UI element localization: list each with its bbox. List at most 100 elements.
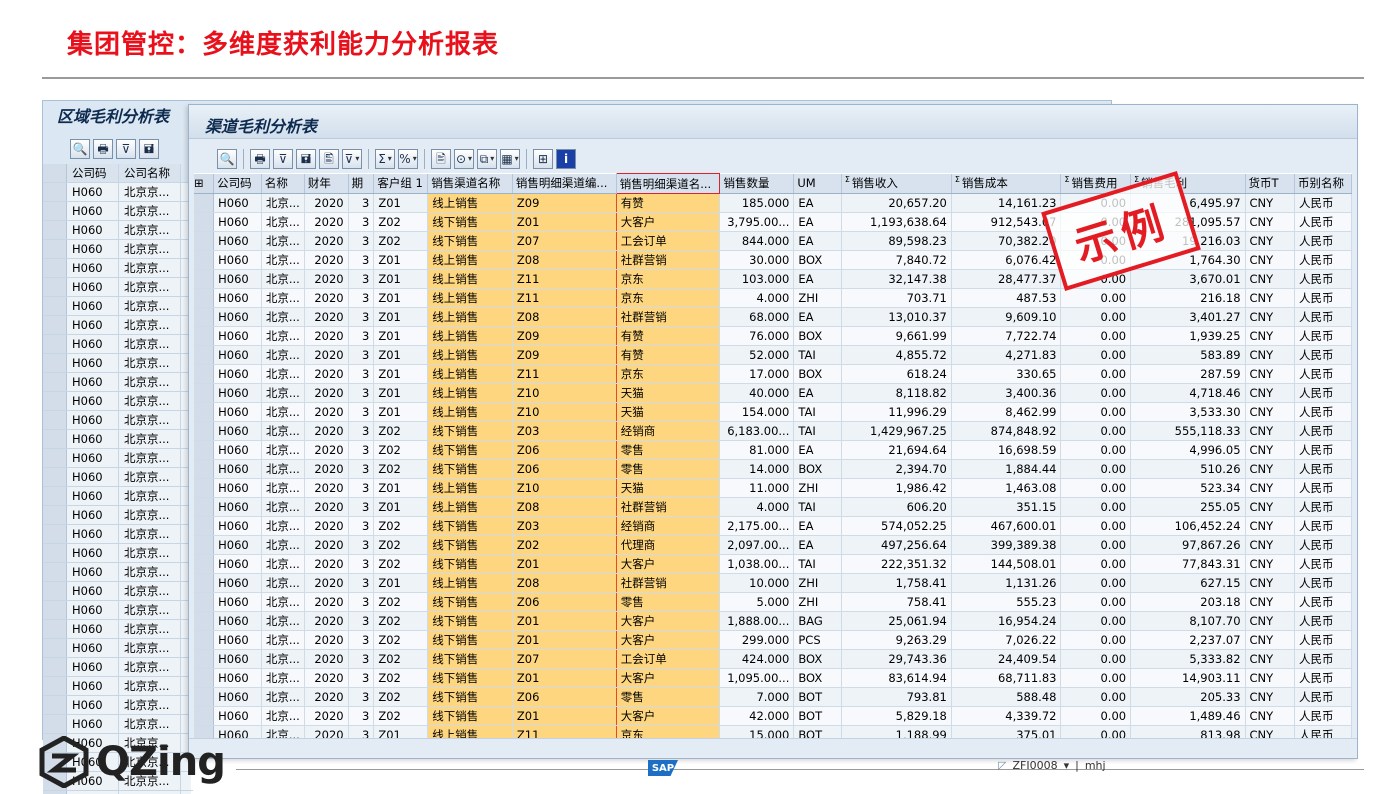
row-selector[interactable]	[194, 231, 215, 251]
column-header[interactable]: 公司码	[213, 173, 262, 194]
table-row[interactable]: H060 北京... 2020 3 Z02 线下销售 Z01 大客户 1,038.00... TA…	[194, 554, 1352, 574]
row-selector[interactable]	[43, 259, 67, 277]
column-header[interactable]: 销售明细渠道编...	[512, 173, 617, 194]
column-header[interactable]: 财年	[304, 173, 349, 194]
row-selector[interactable]	[43, 183, 67, 201]
table-row[interactable]: H060北京京...	[43, 525, 193, 544]
column-header[interactable]: 客户组 1	[373, 173, 429, 194]
row-selector[interactable]	[194, 668, 215, 688]
column-header[interactable]: 销售渠道名称	[427, 173, 513, 194]
table-row[interactable]: H060 北京... 2020 3 Z01 线上销售 Z11 京东 17.000 BOX 618.2…	[194, 364, 1352, 384]
column-header[interactable]: 期	[348, 173, 375, 194]
table-row[interactable]: H060北京京...	[43, 468, 193, 487]
row-selector[interactable]	[194, 383, 215, 403]
table-row[interactable]: H060 北京... 2020 3 Z01 线上销售 Z09 有赞 52.000 TAI 4,855…	[194, 345, 1352, 365]
table-row[interactable]: H060北京京...	[43, 601, 193, 620]
table-row[interactable]: H060北京京...	[43, 297, 193, 316]
select-all-icon[interactable]	[43, 164, 67, 182]
row-selector[interactable]	[194, 478, 215, 498]
row-selector[interactable]	[43, 373, 67, 391]
set-filter-icon[interactable]: ⊽	[342, 149, 362, 169]
column-header[interactable]: 销售明细渠道名...	[615, 173, 721, 194]
row-selector[interactable]	[43, 335, 67, 353]
select-all-icon[interactable]: ⊞	[194, 173, 215, 194]
table-row[interactable]: H060北京京...	[43, 715, 193, 734]
print-icon[interactable]: 🖶	[250, 149, 270, 169]
find-next-icon[interactable]: 🖺	[319, 149, 339, 169]
row-selector[interactable]	[43, 696, 67, 714]
row-selector[interactable]	[43, 202, 67, 220]
row-selector[interactable]	[43, 563, 67, 581]
table-row[interactable]: H060 北京... 2020 3 Z02 线下销售 Z06 零售 5.000 ZHI 758.41…	[194, 592, 1352, 612]
table-row[interactable]: H060 北京... 2020 3 Z01 线上销售 Z10 天猫 11.000 ZHI 1,986…	[194, 478, 1352, 498]
table-row[interactable]: H060北京京...	[43, 544, 193, 563]
table-row[interactable]: H060北京京...	[43, 354, 193, 373]
column-header[interactable]: 销售成本	[951, 173, 1062, 194]
row-selector[interactable]	[194, 421, 215, 441]
export-icon[interactable]: ⧉	[477, 149, 497, 169]
table-row[interactable]: H060 北京... 2020 3 Z02 线下销售 Z07 工会订单 424.000 BOX 29…	[194, 649, 1352, 669]
row-selector[interactable]	[43, 715, 67, 733]
row-selector[interactable]	[43, 487, 67, 505]
table-row[interactable]: H060北京京...	[43, 506, 193, 525]
row-selector[interactable]	[43, 278, 67, 296]
print-icon[interactable]: 🖶	[93, 139, 113, 159]
print-preview-icon[interactable]: 🖹	[431, 149, 451, 169]
row-selector[interactable]	[43, 297, 67, 315]
row-selector[interactable]	[43, 411, 67, 429]
row-selector[interactable]	[43, 354, 67, 372]
row-selector[interactable]	[43, 639, 67, 657]
table-row[interactable]: H060 北京... 2020 3 Z01 线上销售 Z08 社群营销 10.000 ZHI 1,7…	[194, 573, 1352, 593]
row-selector[interactable]	[194, 611, 215, 631]
details-icon[interactable]: 🔍	[70, 139, 90, 159]
table-row[interactable]: H060北京京...	[43, 278, 193, 297]
row-selector[interactable]	[43, 658, 67, 676]
table-row[interactable]: H060 北京... 2020 3 Z02 线下销售 Z03 经销商 6,183.00... TA…	[194, 421, 1352, 441]
table-row[interactable]: H060北京京...	[43, 487, 193, 506]
row-selector[interactable]	[194, 193, 215, 213]
table-row[interactable]: H060 北京... 2020 3 Z01 线上销售 Z08 社群营销 68.000 EA 13,0…	[194, 307, 1352, 327]
table-row[interactable]: H060北京京...	[43, 221, 193, 240]
table-row[interactable]: H060 北京... 2020 3 Z01 线上销售 Z11 京东 15.000 BOT 1,188…	[194, 725, 1352, 739]
table-row[interactable]: H060北京京...	[43, 316, 193, 335]
column-header[interactable]: 销售收入	[841, 173, 952, 194]
table-row[interactable]: H060 北京... 2020 3 Z02 线下销售 Z03 经销商 2,175.00... EA…	[194, 516, 1352, 536]
row-selector[interactable]	[194, 535, 215, 555]
table-row[interactable]: H060北京京...	[43, 240, 193, 259]
row-selector[interactable]	[43, 620, 67, 638]
table-row[interactable]: H060 北京... 2020 3 Z01 线上销售 Z11 京东 4.000 ZHI 703.71…	[194, 288, 1352, 308]
row-selector[interactable]	[43, 506, 67, 524]
row-selector[interactable]	[43, 449, 67, 467]
row-selector[interactable]	[43, 525, 67, 543]
table-row[interactable]: H060北京京...	[43, 392, 193, 411]
row-selector[interactable]	[43, 601, 67, 619]
row-selector[interactable]	[194, 250, 215, 270]
row-selector[interactable]	[43, 316, 67, 334]
row-selector[interactable]	[194, 364, 215, 384]
table-row[interactable]: H060北京京...	[43, 639, 193, 658]
row-selector[interactable]	[43, 677, 67, 695]
table-row[interactable]: H060 北京... 2020 3 Z02 线下销售 Z02 代理商 2,097.00... EA…	[194, 535, 1352, 555]
table-row[interactable]: H060北京京...	[43, 449, 193, 468]
table-row[interactable]: H060北京京...	[43, 202, 193, 221]
row-selector[interactable]	[194, 326, 215, 346]
table-row[interactable]: H060北京京...	[43, 582, 193, 601]
table-row[interactable]: H060北京京...	[43, 677, 193, 696]
table-row[interactable]: H060 北京... 2020 3 Z02 线下销售 Z01 大客户 1,888.00... BA…	[194, 611, 1352, 631]
row-selector[interactable]	[43, 392, 67, 410]
column-header[interactable]: 公司名称	[119, 164, 181, 182]
table-row[interactable]: H060 北京... 2020 3 Z01 线上销售 Z10 天猫 40.000 EA 8,118.…	[194, 383, 1352, 403]
sum-icon[interactable]: Σ	[375, 149, 395, 169]
row-selector[interactable]	[194, 440, 215, 460]
column-header[interactable]: 公司码	[67, 164, 119, 182]
row-selector[interactable]	[194, 573, 215, 593]
table-row[interactable]: H060北京京...	[43, 373, 193, 392]
row-selector[interactable]	[194, 345, 215, 365]
table-row[interactable]: H060北京京...	[43, 620, 193, 639]
info-icon[interactable]: i	[556, 149, 576, 169]
row-selector[interactable]	[43, 468, 67, 486]
column-header[interactable]: 货币T	[1245, 173, 1296, 194]
row-selector[interactable]	[194, 592, 215, 612]
dropdown-icon[interactable]: ▾	[1064, 759, 1070, 772]
row-selector[interactable]	[194, 649, 215, 669]
